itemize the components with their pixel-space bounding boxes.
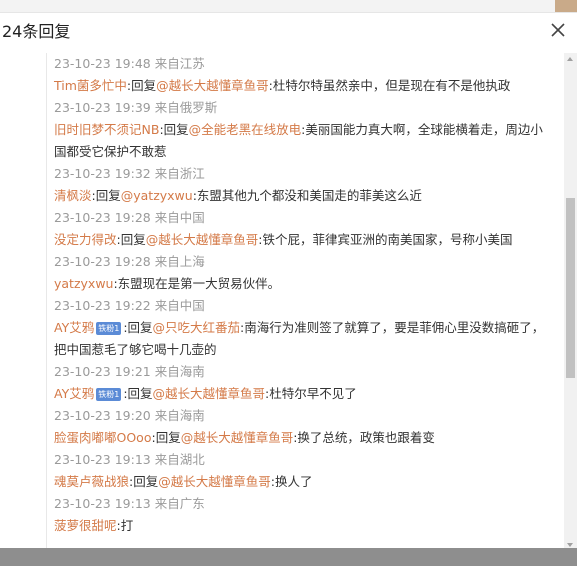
- reply-username-link[interactable]: 没定力得改: [54, 232, 117, 247]
- reply-text: :换了总统，政策也跟着变: [293, 430, 435, 445]
- reply-item: 23-10-23 19:22 来自中国 AY艾鸦 铁粉1:回复@只吃大红番茄:南海行…: [47, 295, 565, 361]
- reply-text: :东盟其他九个都没和美国走的菲美这么近: [192, 188, 422, 203]
- close-button[interactable]: [547, 19, 569, 41]
- reply-timestamp: 23-10-23 19:39 来自俄罗斯: [54, 100, 218, 115]
- reply-timestamp: 23-10-23 19:32 来自浙江: [54, 166, 205, 181]
- reply-item: 23-10-23 19:32 来自浙江 清枫淡:回复@yatzyxwu:东盟其他九…: [47, 163, 565, 207]
- reply-timestamp: 23-10-23 19:21 来自海南: [54, 364, 205, 379]
- reply-timestamp: 23-10-23 19:22 来自中国: [54, 298, 205, 313]
- reply-username-link[interactable]: 魂莫卢薇战狼: [54, 474, 129, 489]
- reply-message: yatzyxwu:东盟现在是第一大贸易伙伴。: [54, 273, 565, 295]
- dialog-title: 24条回复: [2, 22, 71, 41]
- reply-prefix: :回复: [151, 430, 181, 445]
- reply-username-link[interactable]: Tim菌多忙中: [54, 78, 127, 93]
- reply-timestamp: 23-10-23 19:13 来自湖北: [54, 452, 205, 467]
- reply-message: 魂莫卢薇战狼:回复@越长大越懂章鱼哥:换人了: [54, 471, 565, 493]
- reply-message: 脸蛋肉嘟嘟OOoo:回复@越长大越懂章鱼哥:换了总统，政策也跟着变: [54, 427, 565, 449]
- reply-target-link[interactable]: @越长大越懂章鱼哥: [156, 78, 269, 93]
- reply-timestamp: 23-10-23 19:28 来自中国: [54, 210, 205, 225]
- reply-message: AY艾鸦 铁粉1:回复@只吃大红番茄:南海行为准则签了就算了，要是菲佣心里没数搞砸…: [54, 317, 565, 361]
- reply-text: :杜特尔特虽然亲中，但是现在有不是他执政: [268, 78, 511, 93]
- reply-message: 菠萝很甜呢:打: [54, 515, 565, 537]
- reply-prefix: :回复: [126, 78, 157, 93]
- reply-message: Tim菌多忙中:回复@越长大越懂章鱼哥:杜特尔特虽然亲中，但是现在有不是他执政: [54, 75, 565, 97]
- reply-item: 23-10-23 19:39 来自俄罗斯 旧时旧梦不须记NB:回复@全能老黑在线放…: [47, 97, 565, 163]
- close-icon: [551, 23, 565, 37]
- reply-text: :东盟现在是第一大贸易伙伴。: [113, 276, 281, 291]
- reply-text: :换人了: [270, 474, 313, 489]
- reply-list: 23-10-23 19:48 来自江苏 Tim菌多忙中:回复@越长大越懂章鱼哥:杜…: [46, 53, 565, 551]
- reply-message: 没定力得改:回复@越长大越懂章鱼哥:铁个屁，菲律宾亚洲的南美国家，号称小美国: [54, 229, 565, 251]
- reply-item: 23-10-23 19:13 来自湖北 魂莫卢薇战狼:回复@越长大越懂章鱼哥:换人…: [47, 449, 565, 493]
- reply-target-link[interactable]: @只吃大红番茄: [153, 320, 241, 335]
- reply-prefix: :回复: [159, 122, 189, 137]
- reply-username-link[interactable]: 菠萝很甜呢: [54, 518, 117, 533]
- reply-target-link[interactable]: @越长大越懂章鱼哥: [153, 386, 266, 401]
- background-page-strip: [0, 0, 577, 12]
- reply-item: 23-10-23 19:20 来自海南 脸蛋肉嘟嘟OOoo:回复@越长大越懂章鱼哥…: [47, 405, 565, 449]
- background-page-tab: [555, 0, 577, 12]
- reply-text: :铁个屁，菲律宾亚洲的南美国家，号称小美国: [258, 232, 513, 247]
- scrollbar-thumb[interactable]: [566, 198, 575, 378]
- reply-username-link[interactable]: AY艾鸦: [54, 386, 94, 401]
- reply-text: :杜特尔早不见了: [265, 386, 357, 401]
- reply-message: AY艾鸦 铁粉1:回复@越长大越懂章鱼哥:杜特尔早不见了: [54, 383, 565, 405]
- reply-item: 23-10-23 19:13 来自广东 菠萝很甜呢:打: [47, 493, 565, 537]
- fan-badge-icon: 铁粉1: [96, 388, 122, 401]
- reply-timestamp: 23-10-23 19:20 来自海南: [54, 408, 205, 423]
- reply-item: 23-10-23 19:48 来自江苏 Tim菌多忙中:回复@越长大越懂章鱼哥:杜…: [47, 53, 565, 97]
- reply-target-link[interactable]: @全能老黑在线放电: [189, 122, 302, 137]
- reply-target-link[interactable]: @yatzyxwu: [121, 188, 193, 203]
- reply-username-link[interactable]: AY艾鸦: [54, 320, 94, 335]
- scroll-up-arrow-icon[interactable]: [567, 57, 573, 61]
- dimmed-overlay: [0, 548, 577, 566]
- reply-prefix: :回复: [123, 320, 153, 335]
- replies-dialog: 24条回复 23-10-23 19:48 来自江苏 Tim菌多忙中:回复@越长大越…: [0, 12, 577, 551]
- reply-timestamp: 23-10-23 19:48 来自江苏: [54, 56, 205, 71]
- reply-prefix: :回复: [91, 188, 121, 203]
- scroll-down-arrow-icon[interactable]: [567, 543, 573, 547]
- dialog-header: 24条回复: [0, 13, 577, 53]
- reply-item: 23-10-23 19:21 来自海南 AY艾鸦 铁粉1:回复@越长大越懂章鱼哥:杜…: [47, 361, 565, 405]
- reply-item: 23-10-23 19:28 来自上海 yatzyxwu:东盟现在是第一大贸易伙伴…: [47, 251, 565, 295]
- reply-username-link[interactable]: yatzyxwu: [54, 276, 113, 291]
- reply-timestamp: 23-10-23 19:28 来自上海: [54, 254, 205, 269]
- reply-prefix: :回复: [129, 474, 159, 489]
- reply-text: :打: [116, 518, 134, 533]
- reply-message: 清枫淡:回复@yatzyxwu:东盟其他九个都没和美国走的菲美这么近: [54, 185, 565, 207]
- reply-username-link[interactable]: 旧时旧梦不须记NB: [54, 122, 159, 137]
- reply-prefix: :回复: [116, 232, 146, 247]
- scrollbar[interactable]: [564, 53, 577, 551]
- reply-timestamp: 23-10-23 19:13 来自广东: [54, 496, 205, 511]
- reply-target-link[interactable]: @越长大越懂章鱼哥: [146, 232, 259, 247]
- reply-username-link[interactable]: 脸蛋肉嘟嘟OOoo: [54, 430, 151, 445]
- reply-prefix: :回复: [123, 386, 153, 401]
- reply-target-link[interactable]: @越长大越懂章鱼哥: [181, 430, 294, 445]
- fan-badge-icon: 铁粉1: [96, 322, 122, 335]
- reply-target-link[interactable]: @越长大越懂章鱼哥: [158, 474, 271, 489]
- reply-username-link[interactable]: 清枫淡: [54, 188, 92, 203]
- reply-message: 旧时旧梦不须记NB:回复@全能老黑在线放电:美丽国能力真大啊，全球能横着走，周边…: [54, 119, 565, 163]
- reply-item: 23-10-23 19:28 来自中国 没定力得改:回复@越长大越懂章鱼哥:铁个屁…: [47, 207, 565, 251]
